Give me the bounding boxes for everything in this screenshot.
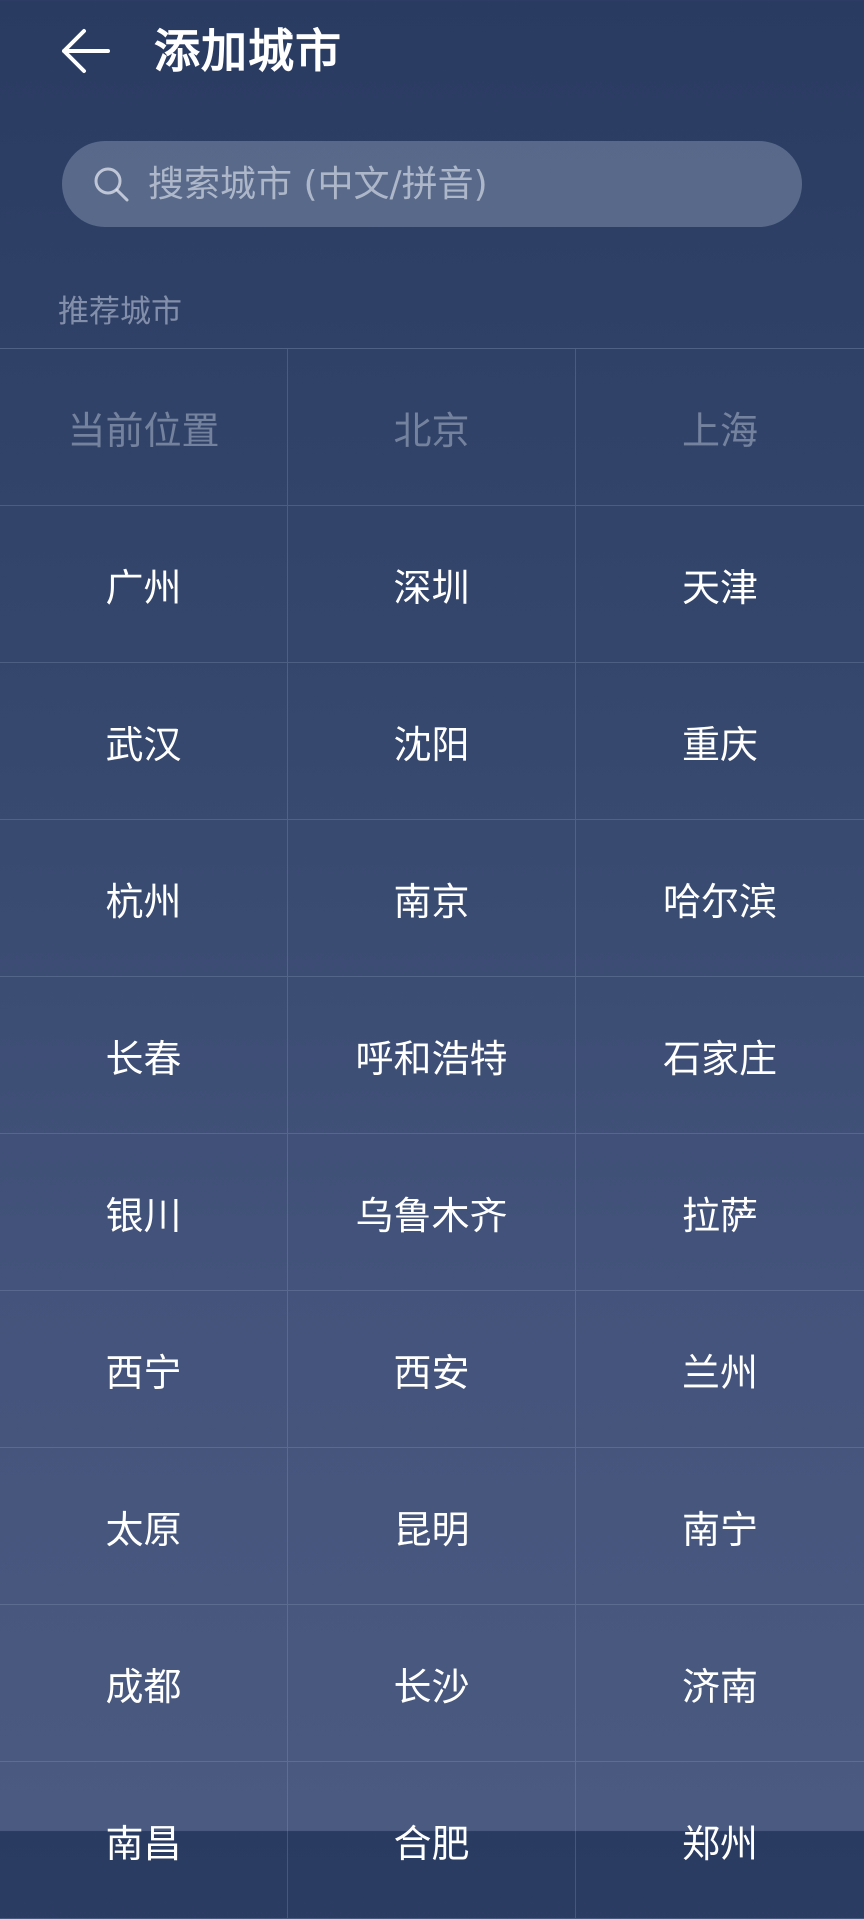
- city-cell[interactable]: 杭州: [0, 820, 288, 977]
- city-cell[interactable]: 合肥: [288, 1762, 576, 1919]
- city-cell[interactable]: 沈阳: [288, 663, 576, 820]
- city-cell[interactable]: 兰州: [576, 1291, 864, 1448]
- search-bar[interactable]: [62, 141, 802, 227]
- search-input[interactable]: [146, 153, 802, 215]
- city-cell[interactable]: 长沙: [288, 1605, 576, 1762]
- section-label: 推荐城市: [58, 294, 182, 330]
- city-cell[interactable]: 石家庄: [576, 977, 864, 1134]
- city-cell[interactable]: 上海: [576, 349, 864, 506]
- city-grid: 当前位置 北京 上海广州 深圳 天津武汉 沈阳 重庆杭州 南京 哈尔滨长春 呼和浩特 石家庄银川 乌鲁…: [0, 348, 864, 1919]
- city-cell[interactable]: 太原: [0, 1448, 288, 1605]
- city-cell[interactable]: 银川: [0, 1134, 288, 1291]
- city-cell[interactable]: 南京: [288, 820, 576, 977]
- city-cell[interactable]: 西宁: [0, 1291, 288, 1448]
- city-cell[interactable]: 广州: [0, 506, 288, 663]
- city-cell[interactable]: 南宁: [576, 1448, 864, 1605]
- city-cell[interactable]: 天津: [576, 506, 864, 663]
- arrow-left-icon: [62, 29, 110, 73]
- city-cell[interactable]: 西安: [288, 1291, 576, 1448]
- city-cell[interactable]: 长春: [0, 977, 288, 1134]
- city-cell[interactable]: 成都: [0, 1605, 288, 1762]
- city-cell[interactable]: 当前位置: [0, 349, 288, 506]
- city-cell[interactable]: 哈尔滨: [576, 820, 864, 977]
- city-cell[interactable]: 郑州: [576, 1762, 864, 1919]
- page-title: 添加城市: [154, 24, 342, 78]
- city-cell[interactable]: 呼和浩特: [288, 977, 576, 1134]
- header: 添加城市: [0, 0, 864, 110]
- city-cell[interactable]: 深圳: [288, 506, 576, 663]
- city-cell[interactable]: 重庆: [576, 663, 864, 820]
- back-button[interactable]: [52, 18, 118, 84]
- search-icon: [90, 163, 132, 205]
- city-cell[interactable]: 南昌: [0, 1762, 288, 1919]
- city-cell[interactable]: 昆明: [288, 1448, 576, 1605]
- city-cell[interactable]: 济南: [576, 1605, 864, 1762]
- city-cell[interactable]: 北京: [288, 349, 576, 506]
- city-cell[interactable]: 武汉: [0, 663, 288, 820]
- city-cell[interactable]: 拉萨: [576, 1134, 864, 1291]
- city-cell[interactable]: 乌鲁木齐: [288, 1134, 576, 1291]
